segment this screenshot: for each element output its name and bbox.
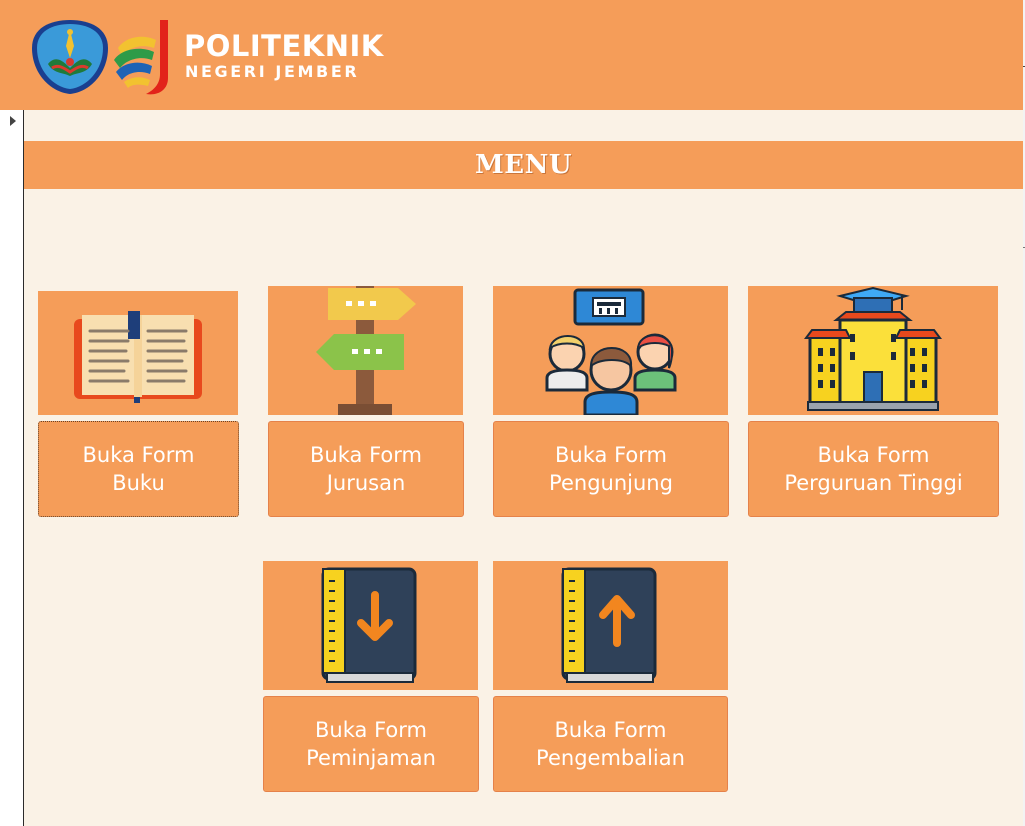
university-building-icon xyxy=(748,286,998,415)
open-form-pengembalian-button[interactable]: Buka Form Pengembalian xyxy=(493,696,728,792)
open-form-buku-button[interactable]: Buka Form Buku xyxy=(38,421,239,517)
menu-form-body: MENU Buka Form Buku Buka Form Jurusan Bu… xyxy=(24,110,1023,826)
visitors-icon xyxy=(493,286,728,415)
button-label-line1: Buka Form xyxy=(310,443,422,467)
button-label-line2: Buku xyxy=(112,471,165,495)
button-label-line2: Peminjaman xyxy=(306,746,436,770)
app-header: POLITEKNIK NEGERI JEMBER xyxy=(0,0,1023,110)
record-selector-gutter xyxy=(0,110,24,826)
record-selector-arrow-icon[interactable] xyxy=(10,116,16,126)
button-label-line1: Buka Form xyxy=(817,443,930,467)
open-form-pengunjung-button[interactable]: Buka Form Pengunjung xyxy=(493,421,729,517)
polije-mark-icon xyxy=(114,20,168,95)
button-label-line1: Buka Form xyxy=(554,718,667,742)
institution-seal-icon xyxy=(32,20,108,94)
button-label-line2: Pengembalian xyxy=(536,746,685,770)
book-up-arrow-icon xyxy=(493,561,728,690)
signpost-icon xyxy=(268,286,463,415)
open-form-peminjaman-button[interactable]: Buka Form Peminjaman xyxy=(263,696,479,792)
brand-name: POLITEKNIK xyxy=(184,29,384,63)
button-label-line1: Buka Form xyxy=(82,443,195,467)
brand-subname: NEGERI JEMBER xyxy=(185,62,360,81)
button-label-line2: Jurusan xyxy=(326,471,406,495)
menu-title: MENU xyxy=(474,150,573,180)
button-label-line2: Perguruan Tinggi xyxy=(784,471,963,495)
open-form-jurusan-button[interactable]: Buka Form Jurusan xyxy=(268,421,464,517)
button-label-line2: Pengunjung xyxy=(549,471,673,495)
button-label-line1: Buka Form xyxy=(315,718,427,742)
menu-title-bar: MENU xyxy=(24,141,1023,189)
open-form-perguruan-tinggi-button[interactable]: Buka Form Perguruan Tinggi xyxy=(748,421,999,517)
open-book-icon xyxy=(38,291,238,415)
book-down-arrow-icon xyxy=(263,561,478,690)
button-label-line1: Buka Form xyxy=(555,443,667,467)
